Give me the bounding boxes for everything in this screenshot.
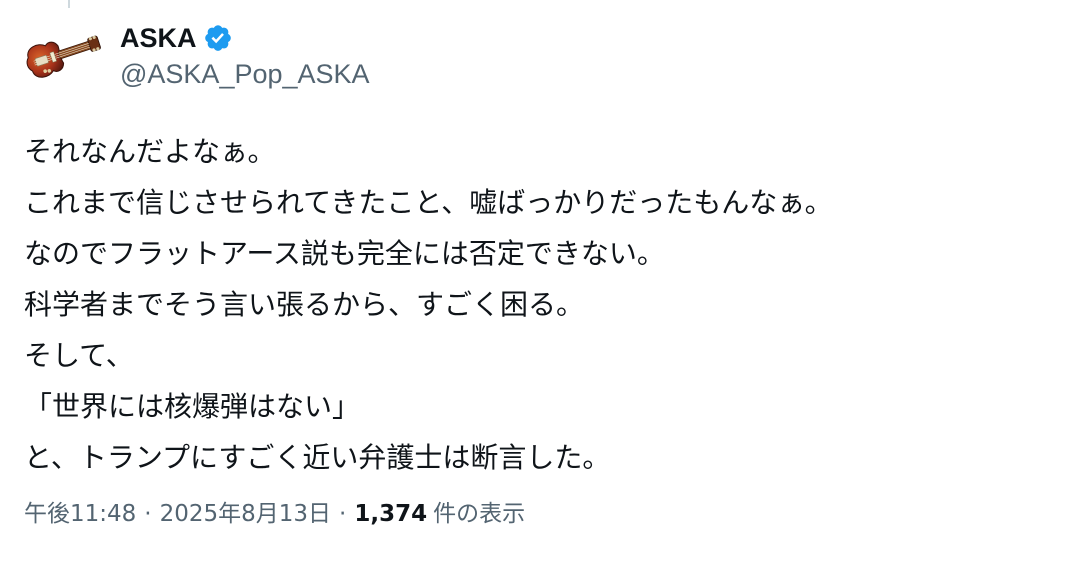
violin-bass-avatar-icon — [26, 35, 101, 78]
tweet-line: なのでフラットアース説も完全には否定できない。 — [24, 237, 665, 270]
tweet-time[interactable]: 午後11:48 — [24, 501, 136, 527]
tweet-line: そして、 — [24, 339, 134, 372]
meta-separator: · — [339, 501, 347, 527]
name-row: ASKA — [120, 19, 370, 57]
verified-badge-icon[interactable] — [203, 23, 233, 53]
tweet-line: これまで信じさせられてきたこと、嘘ばっかりだったもんなぁ。 — [24, 186, 833, 219]
tweet-meta: 午後11:48 · 2025年8月13日 · 1,374 件の表示 — [24, 494, 525, 528]
tweet-text: それなんだよなぁ。 これまで信じさせられてきたこと、嘘ばっかりだったもんなぁ。 … — [24, 126, 1054, 483]
tweet-line: 「世界には核爆弾はない」 — [24, 390, 361, 423]
thread-connector-line — [68, 0, 70, 8]
views-label[interactable]: 件の表示 — [433, 501, 525, 527]
avatar[interactable] — [22, 17, 104, 99]
views-count[interactable]: 1,374 — [354, 501, 427, 527]
user-names: ASKA @ASKA_Pop_ASKA — [120, 17, 370, 90]
tweet-line: それなんだよなぁ。 — [24, 135, 276, 168]
user-handle[interactable]: @ASKA_Pop_ASKA — [120, 59, 370, 90]
tweet-line: と、トランプにすごく近い弁護士は断言した。 — [24, 441, 611, 474]
tweet-line: 科学者までそう言い張るから、すごく困る。 — [24, 288, 585, 321]
tweet-date[interactable]: 2025年8月13日 — [160, 501, 331, 527]
display-name[interactable]: ASKA — [120, 23, 197, 54]
meta-separator: · — [144, 501, 152, 527]
tweet-header: ASKA @ASKA_Pop_ASKA — [22, 17, 370, 99]
